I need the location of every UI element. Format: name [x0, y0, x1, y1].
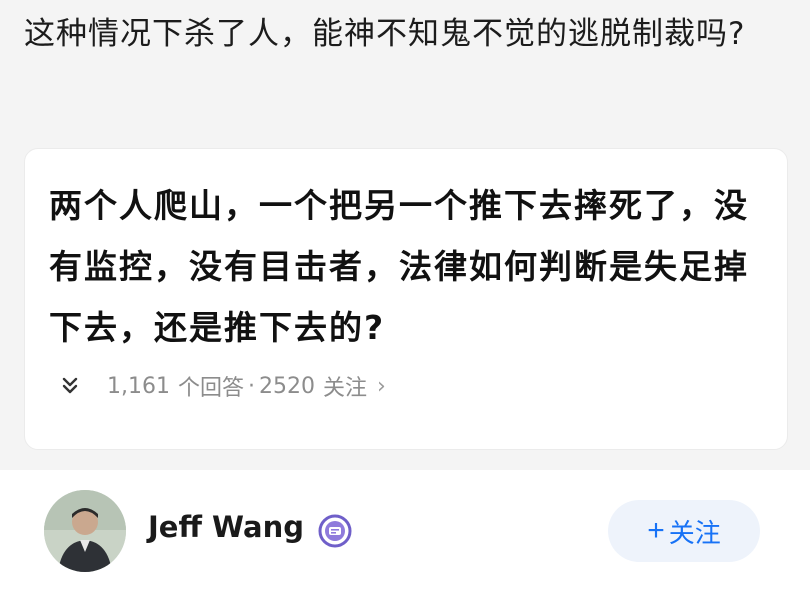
- followers-label: 关注: [323, 376, 368, 401]
- question-stats[interactable]: 1,161 个回答 · 2520 关注 ›: [107, 370, 386, 402]
- followers-count: 2520: [259, 373, 315, 399]
- post-title: 这种情况下杀了人，能神不知鬼不觉的逃脱制裁吗?: [24, 16, 746, 52]
- plus-icon: +: [647, 514, 665, 547]
- follow-label: 关注: [668, 517, 721, 548]
- question-title[interactable]: 两个人爬山，一个把另一个推下去摔死了，没有监控，没有目击者，法律如何判断是失足掉…: [49, 175, 761, 358]
- answers-label: 个回答: [177, 376, 244, 401]
- chevron-right-icon: ›: [377, 373, 386, 399]
- meta-separator: ·: [248, 373, 255, 399]
- follow-button[interactable]: + 关注: [608, 500, 760, 562]
- answers-count: 1,161: [107, 373, 170, 399]
- verified-badge-icon: [318, 514, 352, 548]
- question-meta: 1,161 个回答 · 2520 关注 ›: [49, 361, 386, 411]
- expand-icon[interactable]: [49, 365, 91, 407]
- answer-header: Jeff Wang + 关注: [0, 470, 810, 607]
- author-name[interactable]: Jeff Wang: [148, 510, 304, 544]
- avatar[interactable]: [44, 490, 126, 572]
- question-card[interactable]: 两个人爬山，一个把另一个推下去摔死了，没有监控，没有目击者，法律如何判断是失足掉…: [24, 148, 788, 450]
